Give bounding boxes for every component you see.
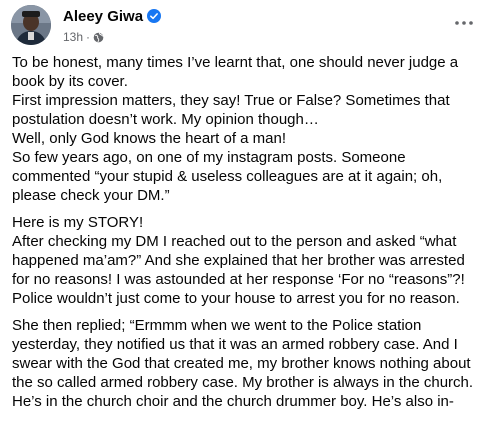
post-text-line: He’s in the church choir and the church …	[12, 393, 454, 410]
post-text-line: Here is my STORY!	[12, 214, 144, 231]
post-text-line: After checking my DM I reached out to th…	[12, 233, 457, 250]
post-text-line: So few years ago, on one of my instagram…	[12, 149, 406, 166]
verified-badge-icon	[147, 9, 161, 23]
post-paragraph: She then replied; “Ermmm when we went to…	[12, 316, 478, 411]
avatar-photo-icon	[11, 5, 51, 45]
post-text-line: Police wouldn’t just come to your house …	[12, 290, 460, 307]
avatar[interactable]	[11, 5, 51, 45]
post-text-line: please check your DM.”	[12, 187, 170, 204]
post-meta: 13h ·	[63, 30, 104, 44]
facebook-post: Aleey Giwa 13h · To be honest, many time…	[0, 0, 485, 429]
more-options-button[interactable]	[451, 13, 477, 33]
post-text-line: commented “your stupid & useless colleag…	[12, 168, 443, 185]
author-name[interactable]: Aleey Giwa	[63, 8, 143, 26]
post-text-line: happened ma’am?” And she explained that …	[12, 252, 465, 269]
post-text-line: To be honest, many times I’ve learnt tha…	[12, 54, 459, 71]
more-options-icon	[455, 21, 473, 25]
post-text-line: for no reasons! I was astounded at her r…	[12, 271, 465, 288]
post-header: Aleey Giwa 13h ·	[11, 5, 477, 47]
post-text-line: swear with the God that created me, my b…	[12, 355, 471, 372]
globe-icon[interactable]	[93, 32, 104, 43]
post-timestamp[interactable]: 13h	[63, 30, 83, 44]
post-text-line: Well, only God knows the heart of a man!	[12, 130, 287, 147]
meta-separator: ·	[86, 30, 91, 44]
post-text-line: book by its cover.	[12, 73, 128, 90]
post-text-line: First impression matters, they say! True…	[12, 92, 450, 109]
post-text-line: the so called armed robbery case. My bro…	[12, 374, 474, 391]
post-text-line: postulation doesn’t work. My opinion tho…	[12, 111, 319, 128]
post-paragraph: Here is my STORY! After checking my DM I …	[12, 213, 478, 308]
post-text-line: She then replied; “Ermmm when we went to…	[12, 317, 422, 334]
post-text: To be honest, many times I’ve learnt tha…	[12, 53, 478, 419]
post-text-line: yesterday, they notified us that it was …	[12, 336, 458, 353]
post-paragraph: To be honest, many times I’ve learnt tha…	[12, 53, 478, 205]
